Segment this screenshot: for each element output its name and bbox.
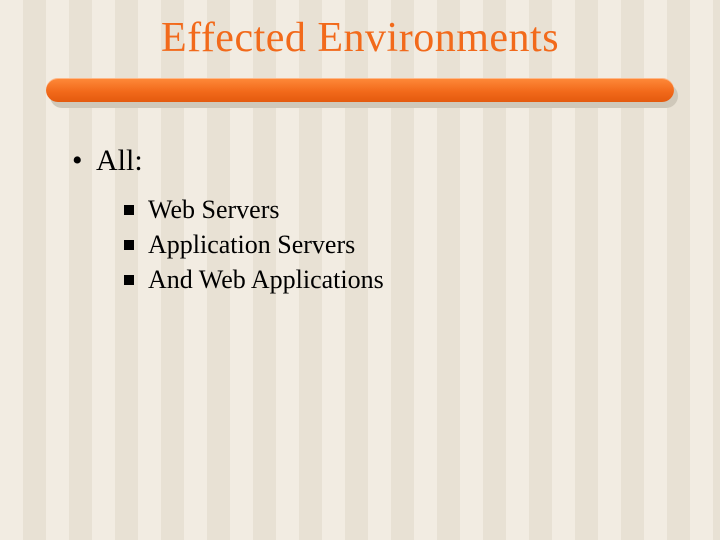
slide: Effected Environments •All: Web Servers … — [0, 0, 720, 540]
list-item: And Web Applications — [124, 262, 660, 297]
title-underline-bar — [46, 78, 674, 108]
bullet-square-icon — [124, 275, 134, 285]
list-item-label: Application Servers — [148, 230, 355, 259]
bar-fill — [46, 78, 674, 102]
list-item-label: All: — [96, 144, 143, 177]
list-item-label: And Web Applications — [148, 265, 384, 294]
list-item: •All: — [72, 140, 660, 182]
bullet-square-icon — [124, 240, 134, 250]
bullet-dot-icon: • — [72, 140, 96, 182]
bullet-square-icon — [124, 205, 134, 215]
sublist: Web Servers Application Servers And Web … — [124, 192, 660, 297]
content-area: •All: Web Servers Application Servers An… — [72, 140, 660, 297]
list-item: Application Servers — [124, 227, 660, 262]
list-item-label: Web Servers — [148, 195, 279, 224]
list-item: Web Servers — [124, 192, 660, 227]
slide-title: Effected Environments — [0, 14, 720, 62]
